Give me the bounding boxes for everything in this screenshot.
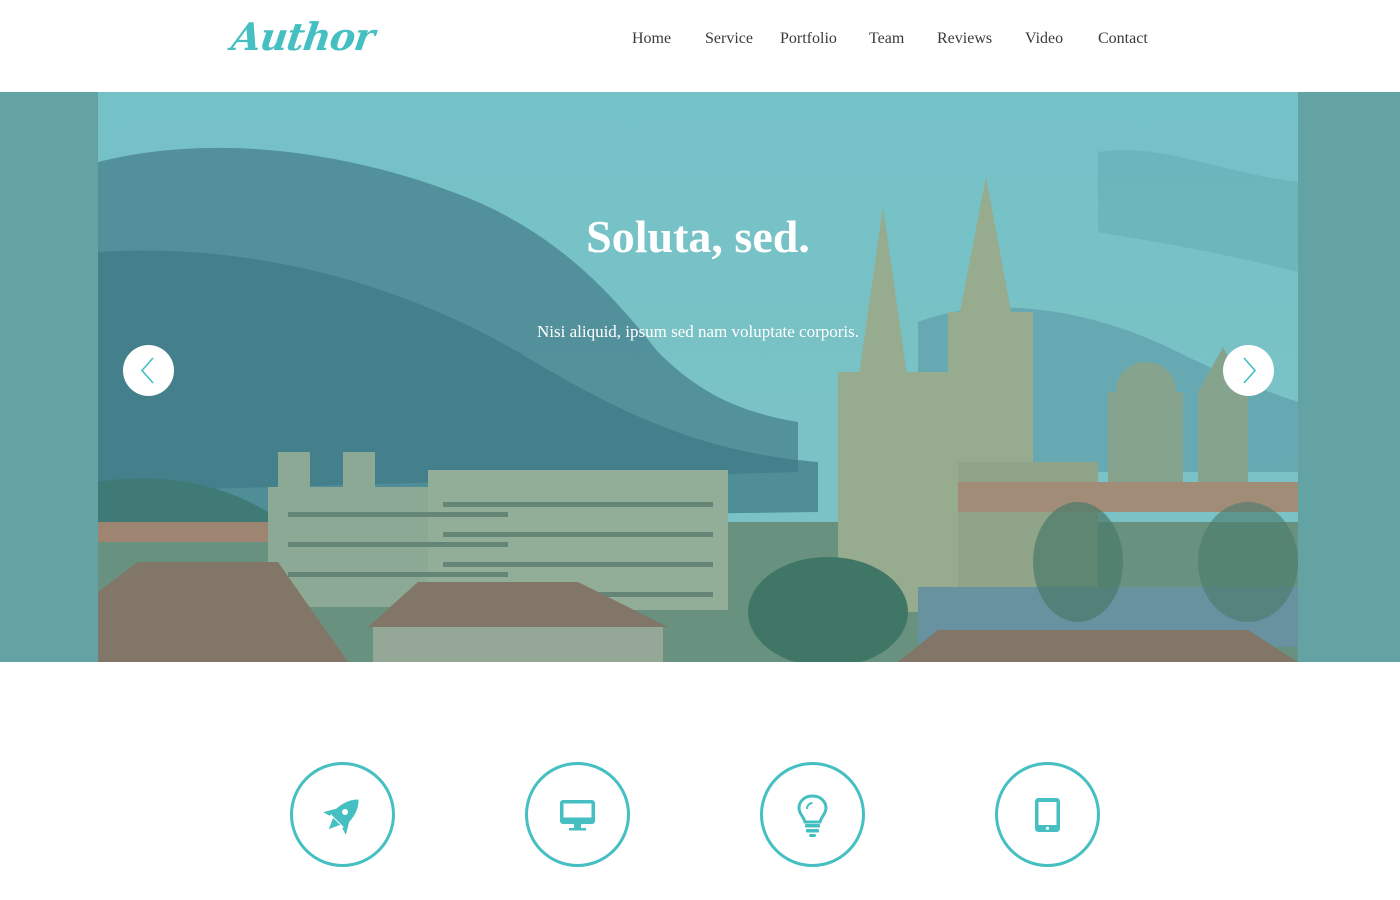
chevron-left-icon [140,357,154,384]
rocket-icon [323,799,359,835]
slider-next-button[interactable] [1223,345,1274,396]
chevron-right-icon [1243,357,1257,384]
service-lightbulb[interactable] [760,762,865,867]
slider-prev-button[interactable] [123,345,174,396]
nav-item-home[interactable]: Home [632,30,671,48]
nav-item-team[interactable]: Team [869,30,904,48]
hero-title: Soluta, sed. [586,211,810,262]
lightbulb-icon [797,794,828,837]
nav-item-reviews[interactable]: Reviews [937,30,992,48]
nav-item-video[interactable]: Video [1025,30,1063,48]
service-monitor[interactable] [525,762,630,867]
tablet-icon [1035,798,1060,832]
service-tablet[interactable] [995,762,1100,867]
site-header: Author Home Service Portfolio Team Revie… [0,0,1400,92]
service-rocket[interactable] [290,762,395,867]
main-nav: Home Service Portfolio Team Reviews Vide… [0,30,1400,52]
hero-overlay [98,92,1298,662]
monitor-icon [560,800,595,831]
nav-item-service[interactable]: Service [705,30,753,48]
hero-subtitle: Nisi aliquid, ipsum sed nam voluptate co… [536,322,859,341]
nav-item-portfolio[interactable]: Portfolio [780,30,837,48]
hero-slider: Soluta, sed. Nisi aliquid, ipsum sed nam… [98,92,1298,662]
nav-item-contact[interactable]: Contact [1098,30,1148,48]
